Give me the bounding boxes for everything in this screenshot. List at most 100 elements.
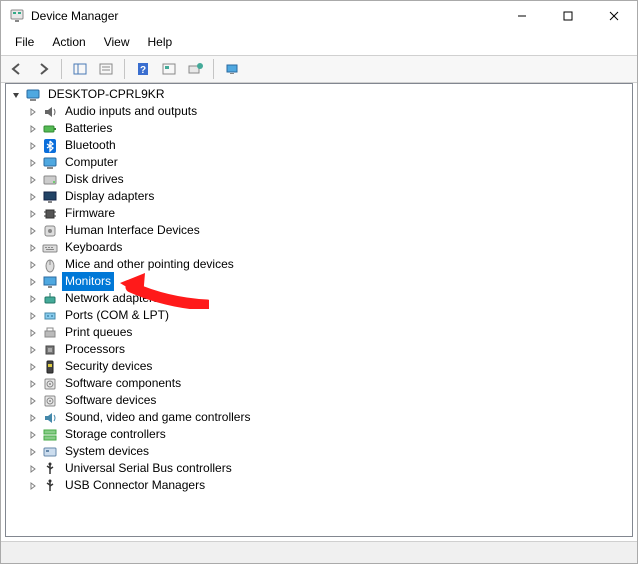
close-button[interactable] xyxy=(591,1,637,31)
tree-root[interactable]: DESKTOP-CPRL9KR xyxy=(6,86,632,103)
expand-toggle[interactable] xyxy=(26,258,40,272)
toolbar: ? xyxy=(1,55,637,83)
tree-item-universal-serial-bus-controllers[interactable]: Universal Serial Bus controllers xyxy=(6,460,632,477)
toolbar-separator xyxy=(61,59,62,79)
usb-icon xyxy=(42,478,58,494)
expand-toggle[interactable] xyxy=(26,343,40,357)
device-tree[interactable]: DESKTOP-CPRL9KRAudio inputs and outputsB… xyxy=(5,83,633,537)
action-properties-button[interactable] xyxy=(157,58,181,80)
chip-icon xyxy=(42,206,58,222)
tree-item-print-queues[interactable]: Print queues xyxy=(6,324,632,341)
svg-text:?: ? xyxy=(140,65,146,76)
toolbar-separator xyxy=(213,59,214,79)
network-icon xyxy=(42,291,58,307)
menu-view[interactable]: View xyxy=(96,33,138,51)
tree-item-security-devices[interactable]: Security devices xyxy=(6,358,632,375)
expand-toggle[interactable] xyxy=(26,326,40,340)
expand-toggle[interactable] xyxy=(26,156,40,170)
menu-action[interactable]: Action xyxy=(44,33,93,51)
security-icon xyxy=(42,359,58,375)
expand-toggle[interactable] xyxy=(26,445,40,459)
titlebar: Device Manager xyxy=(1,1,637,31)
help-button[interactable]: ? xyxy=(131,58,155,80)
monitor-icon xyxy=(42,274,58,290)
system-icon xyxy=(42,444,58,460)
tree-item-firmware[interactable]: Firmware xyxy=(6,205,632,222)
software-icon xyxy=(42,376,58,392)
tree-item-software-devices[interactable]: Software devices xyxy=(6,392,632,409)
show-hide-console-tree-button[interactable] xyxy=(68,58,92,80)
tree-item-processors[interactable]: Processors xyxy=(6,341,632,358)
window-controls xyxy=(499,1,637,31)
tree-item-keyboards[interactable]: Keyboards xyxy=(6,239,632,256)
bluetooth-icon xyxy=(42,138,58,154)
tree-item-display-adapters[interactable]: Display adapters xyxy=(6,188,632,205)
battery-icon xyxy=(42,121,58,137)
expand-toggle[interactable] xyxy=(26,241,40,255)
tree-item-bluetooth[interactable]: Bluetooth xyxy=(6,137,632,154)
menu-help[interactable]: Help xyxy=(140,33,181,51)
tree-item-network-adapters[interactable]: Network adapters xyxy=(6,290,632,307)
minimize-button[interactable] xyxy=(499,1,545,31)
back-button[interactable] xyxy=(5,58,29,80)
devices-by-type-button[interactable] xyxy=(220,58,244,80)
expand-toggle[interactable] xyxy=(26,462,40,476)
tree-item-software-components[interactable]: Software components xyxy=(6,375,632,392)
menubar: File Action View Help xyxy=(1,31,637,55)
display-icon xyxy=(42,189,58,205)
tree-item-computer[interactable]: Computer xyxy=(6,154,632,171)
expand-toggle[interactable] xyxy=(26,122,40,136)
computer-icon xyxy=(42,155,58,171)
tree-item-usb-connector-managers[interactable]: USB Connector Managers xyxy=(6,477,632,494)
expand-toggle[interactable] xyxy=(26,479,40,493)
expand-toggle[interactable] xyxy=(26,173,40,187)
expand-toggle[interactable] xyxy=(26,309,40,323)
storage-icon xyxy=(42,427,58,443)
expand-toggle[interactable] xyxy=(26,139,40,153)
tree-item-system-devices[interactable]: System devices xyxy=(6,443,632,460)
keyboard-icon xyxy=(42,240,58,256)
window-title: Device Manager xyxy=(31,9,118,23)
disk-icon xyxy=(42,172,58,188)
toolbar-separator xyxy=(124,59,125,79)
tree-item-human-interface-devices[interactable]: Human Interface Devices xyxy=(6,222,632,239)
tree-item-audio-inputs-and-outputs[interactable]: Audio inputs and outputs xyxy=(6,103,632,120)
expand-toggle[interactable] xyxy=(26,190,40,204)
expand-toggle[interactable] xyxy=(26,224,40,238)
expand-toggle[interactable] xyxy=(26,292,40,306)
maximize-button[interactable] xyxy=(545,1,591,31)
menu-file[interactable]: File xyxy=(7,33,42,51)
properties-button[interactable] xyxy=(94,58,118,80)
hid-icon xyxy=(42,223,58,239)
scan-hardware-button[interactable] xyxy=(183,58,207,80)
tree-item-storage-controllers[interactable]: Storage controllers xyxy=(6,426,632,443)
expand-toggle[interactable] xyxy=(26,411,40,425)
computer-icon xyxy=(25,87,41,103)
sound-icon xyxy=(42,410,58,426)
tree-item-label: USB Connector Managers xyxy=(62,476,208,495)
speaker-icon xyxy=(42,104,58,120)
tree-item-batteries[interactable]: Batteries xyxy=(6,120,632,137)
mouse-icon xyxy=(42,257,58,273)
app-icon xyxy=(9,8,25,24)
expand-toggle[interactable] xyxy=(26,207,40,221)
tree-item-mice-and-other-pointing-devices[interactable]: Mice and other pointing devices xyxy=(6,256,632,273)
statusbar xyxy=(1,541,637,563)
software-icon xyxy=(42,393,58,409)
expand-toggle[interactable] xyxy=(26,360,40,374)
expand-toggle[interactable] xyxy=(26,105,40,119)
tree-item-sound-video-and-game-controllers[interactable]: Sound, video and game controllers xyxy=(6,409,632,426)
expand-toggle[interactable] xyxy=(26,275,40,289)
expand-toggle[interactable] xyxy=(26,428,40,442)
port-icon xyxy=(42,308,58,324)
tree-item-disk-drives[interactable]: Disk drives xyxy=(6,171,632,188)
tree-item-monitors[interactable]: Monitors xyxy=(6,273,632,290)
expand-toggle[interactable] xyxy=(26,394,40,408)
expand-toggle[interactable] xyxy=(9,88,23,102)
cpu-icon xyxy=(42,342,58,358)
printer-icon xyxy=(42,325,58,341)
expand-toggle[interactable] xyxy=(26,377,40,391)
usb-icon xyxy=(42,461,58,477)
tree-item-ports-com-lpt-[interactable]: Ports (COM & LPT) xyxy=(6,307,632,324)
forward-button[interactable] xyxy=(31,58,55,80)
